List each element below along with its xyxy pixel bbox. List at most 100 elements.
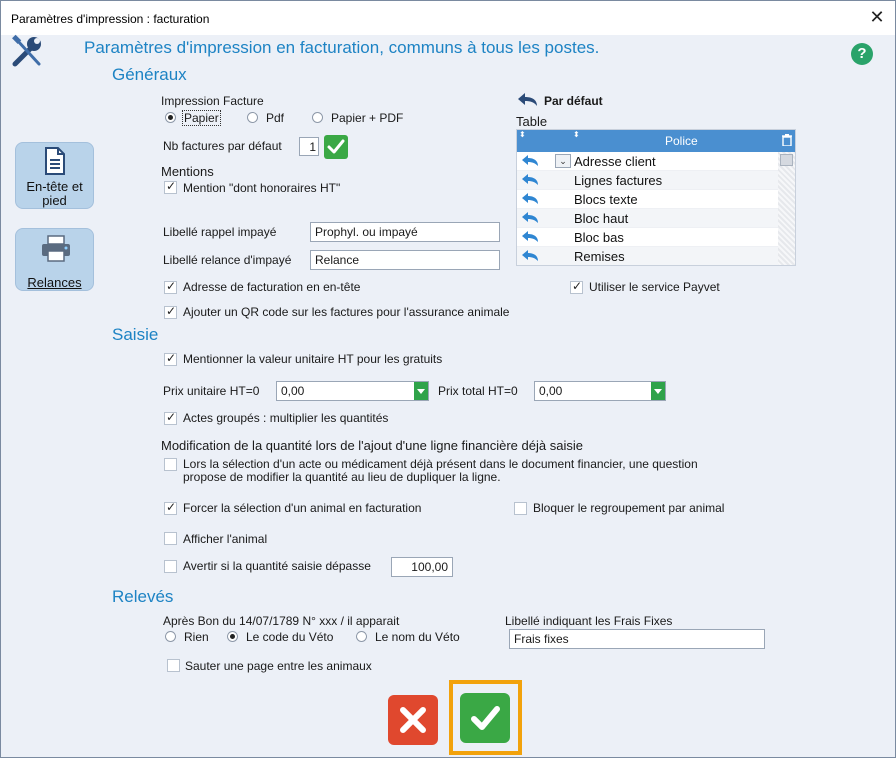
radio-label-pdf: Pdf	[266, 111, 285, 125]
document-icon	[45, 147, 65, 175]
trash-icon[interactable]	[782, 134, 792, 146]
tools-icon	[12, 34, 41, 67]
sort-icon[interactable]: ⬍	[573, 130, 580, 139]
prix-unitaire-label: Prix unitaire HT=0	[163, 384, 260, 398]
sidebar-item-label: Relances	[27, 275, 82, 290]
table-row[interactable]: Bloc haut	[517, 209, 780, 228]
impression-facture-label: Impression Facture	[161, 94, 264, 108]
quantite-input[interactable]: 100,00	[391, 557, 453, 577]
radio-pdf[interactable]	[247, 112, 258, 123]
radio-papier[interactable]	[165, 112, 176, 123]
help-icon[interactable]: ?	[851, 43, 873, 65]
adresse-entete-label: Adresse de facturation en en-tête	[183, 280, 361, 294]
prix-unitaire-select[interactable]: 0,00	[276, 381, 429, 401]
dialog-window: Paramètres d'impression : facturation ✕ …	[0, 0, 896, 758]
police-table[interactable]: ⬍ ⬍ Police ⌄ Adresse client Lignes facture…	[516, 129, 796, 266]
radio-rien[interactable]	[165, 631, 176, 642]
prix-total-select[interactable]: 0,00	[534, 381, 666, 401]
checkbox-afficher-animal[interactable]	[164, 532, 177, 545]
chevron-down-icon[interactable]	[414, 382, 428, 400]
table-header: ⬍ ⬍ Police	[517, 130, 795, 152]
actes-groupes-label: Actes groupés : multiplier les quantités	[183, 411, 389, 425]
table-scrollbar[interactable]	[778, 152, 795, 265]
section-releves: Relevés	[112, 587, 174, 606]
sort-icon[interactable]: ⬍	[519, 130, 526, 139]
checkbox-honoraires[interactable]	[164, 179, 177, 194]
rappel-input[interactable]: Prophyl. ou impayé	[310, 222, 500, 242]
undo-icon[interactable]	[520, 192, 540, 206]
radio-label-code-veto: Le code du Véto	[246, 630, 334, 644]
rappel-label: Libellé rappel impayé	[163, 225, 277, 239]
section-generaux: Généraux	[112, 65, 187, 84]
undo-icon[interactable]	[520, 230, 540, 244]
honoraires-label: Mention "dont honoraires HT"	[183, 181, 341, 195]
table-row[interactable]: Blocs texte	[517, 190, 780, 209]
cross-icon	[400, 707, 426, 733]
radio-label-papier: Papier	[182, 110, 221, 126]
table-row[interactable]: Bloc bas	[517, 228, 780, 247]
check-icon[interactable]	[324, 135, 348, 159]
table-row[interactable]: Lignes factures	[517, 171, 780, 190]
checkbox-valeur-unitaire[interactable]	[164, 351, 177, 366]
table-cell: Bloc haut	[574, 211, 629, 226]
prix-unitaire-value: 0,00	[281, 384, 305, 398]
section-saisie: Saisie	[112, 325, 159, 344]
radio-code-veto[interactable]	[227, 631, 238, 642]
checkbox-adresse-entete[interactable]	[164, 279, 177, 294]
cancel-button[interactable]	[388, 695, 438, 745]
checkbox-bloquer-regroupement[interactable]	[514, 502, 527, 515]
avertir-quantite-label: Avertir si la quantité saisie dépasse	[183, 559, 371, 573]
modification-text-line2: propose de modifier la quantité au lieu …	[183, 470, 501, 484]
checkbox-modification[interactable]	[164, 458, 177, 471]
undo-icon[interactable]	[520, 154, 540, 168]
undo-icon[interactable]	[520, 173, 540, 187]
checkbox-payvet[interactable]	[570, 279, 583, 294]
ok-button[interactable]	[460, 693, 510, 743]
title-bar: Paramètres d'impression : facturation ✕	[1, 1, 895, 35]
table-cell: Adresse client	[574, 154, 656, 169]
radio-label-papier-pdf: Papier + PDF	[331, 111, 404, 125]
valeur-unitaire-label: Mentionner la valeur unitaire HT pour le…	[183, 352, 443, 366]
printer-icon	[42, 235, 70, 262]
table-cell: Lignes factures	[574, 173, 663, 188]
radio-nom-veto[interactable]	[356, 631, 367, 642]
table-cell: Remises	[574, 249, 625, 264]
undo-icon[interactable]	[520, 249, 540, 263]
nb-factures-label: Nb factures par défaut	[163, 139, 282, 153]
radio-papier-pdf[interactable]	[312, 112, 323, 123]
checkbox-forcer-animal[interactable]	[164, 500, 177, 515]
table-row[interactable]: ⌄ Adresse client	[517, 152, 780, 171]
page-title: Paramètres d'impression en facturation, …	[84, 38, 600, 57]
chevron-down-icon[interactable]: ⌄	[555, 154, 571, 168]
close-icon[interactable]: ✕	[867, 7, 887, 27]
relance-label: Libellé relance d'impayé	[163, 253, 292, 267]
checkbox-actes-groupes[interactable]	[164, 410, 177, 425]
column-header-police[interactable]: Police	[665, 134, 698, 148]
undo-icon[interactable]	[520, 211, 540, 225]
frais-fixes-input[interactable]: Frais fixes	[509, 629, 765, 649]
afficher-animal-label: Afficher l'animal	[183, 532, 268, 546]
sidebar-item-label: pied	[42, 193, 67, 208]
modification-text-line1: Lors la sélection d'un acte ou médicamen…	[183, 457, 698, 471]
par-defaut-button[interactable]: Par défaut	[544, 94, 603, 108]
checkbox-avertir-quantite[interactable]	[164, 560, 177, 573]
checkbox-sauter-page[interactable]	[167, 659, 180, 672]
table-cell: Blocs texte	[574, 192, 638, 207]
forcer-animal-label: Forcer la sélection d'un animal en factu…	[183, 501, 422, 515]
undo-icon[interactable]	[517, 92, 539, 108]
table-row[interactable]: Remises	[517, 247, 780, 265]
chevron-down-icon[interactable]	[651, 382, 665, 400]
checkbox-qr-code[interactable]	[164, 304, 177, 319]
radio-label-nom-veto: Le nom du Véto	[375, 630, 460, 644]
check-icon	[471, 706, 500, 730]
prix-total-label: Prix total HT=0	[438, 384, 518, 398]
relance-input[interactable]: Relance	[310, 250, 500, 270]
bloquer-regroupement-label: Bloquer le regroupement par animal	[533, 501, 725, 515]
sauter-page-label: Sauter une page entre les animaux	[185, 659, 372, 673]
mentions-label: Mentions	[161, 164, 214, 179]
sidebar-item-entete[interactable]: En-tête et pied	[15, 142, 94, 209]
nb-factures-input[interactable]: 1	[299, 137, 319, 156]
sidebar-item-relances[interactable]: Relances	[15, 228, 94, 291]
prix-total-value: 0,00	[539, 384, 563, 398]
table-cell: Bloc bas	[574, 230, 624, 245]
